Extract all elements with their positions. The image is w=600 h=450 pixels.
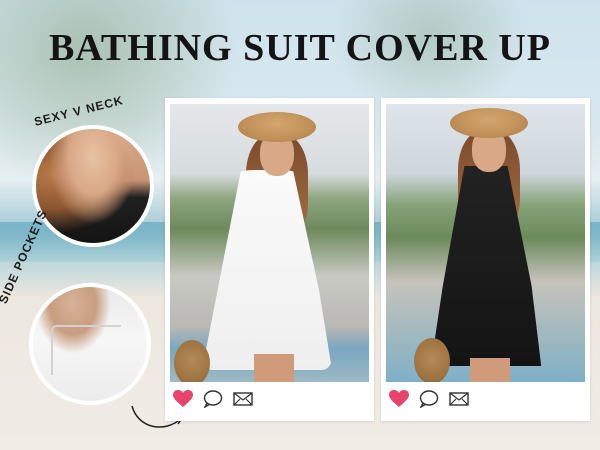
comment-icon[interactable] — [419, 390, 439, 408]
heart-icon[interactable] — [173, 390, 193, 408]
side-pocket-closeup-image — [29, 283, 151, 405]
straw-hat — [450, 108, 528, 138]
v-neck-closeup-image — [32, 125, 154, 247]
straw-bag — [414, 338, 450, 382]
mail-icon[interactable] — [449, 390, 469, 408]
black-dress — [430, 166, 542, 366]
comment-icon[interactable] — [203, 390, 223, 408]
mail-icon[interactable] — [233, 390, 253, 408]
straw-hat — [238, 112, 316, 142]
page-title: BATHING SUIT COVER UP — [48, 27, 552, 69]
straw-bag — [174, 340, 210, 382]
white-dress — [202, 170, 332, 370]
product-card-black[interactable] — [381, 98, 590, 421]
legs — [470, 358, 510, 382]
model-photo-black-dress — [386, 104, 585, 382]
social-icon-row — [173, 390, 253, 408]
legs — [254, 354, 294, 382]
social-icon-row — [389, 390, 469, 408]
product-card-white[interactable] — [165, 98, 374, 421]
model-photo-white-dress — [170, 104, 369, 382]
pocket-seam — [51, 325, 121, 375]
heart-icon[interactable] — [389, 390, 409, 408]
